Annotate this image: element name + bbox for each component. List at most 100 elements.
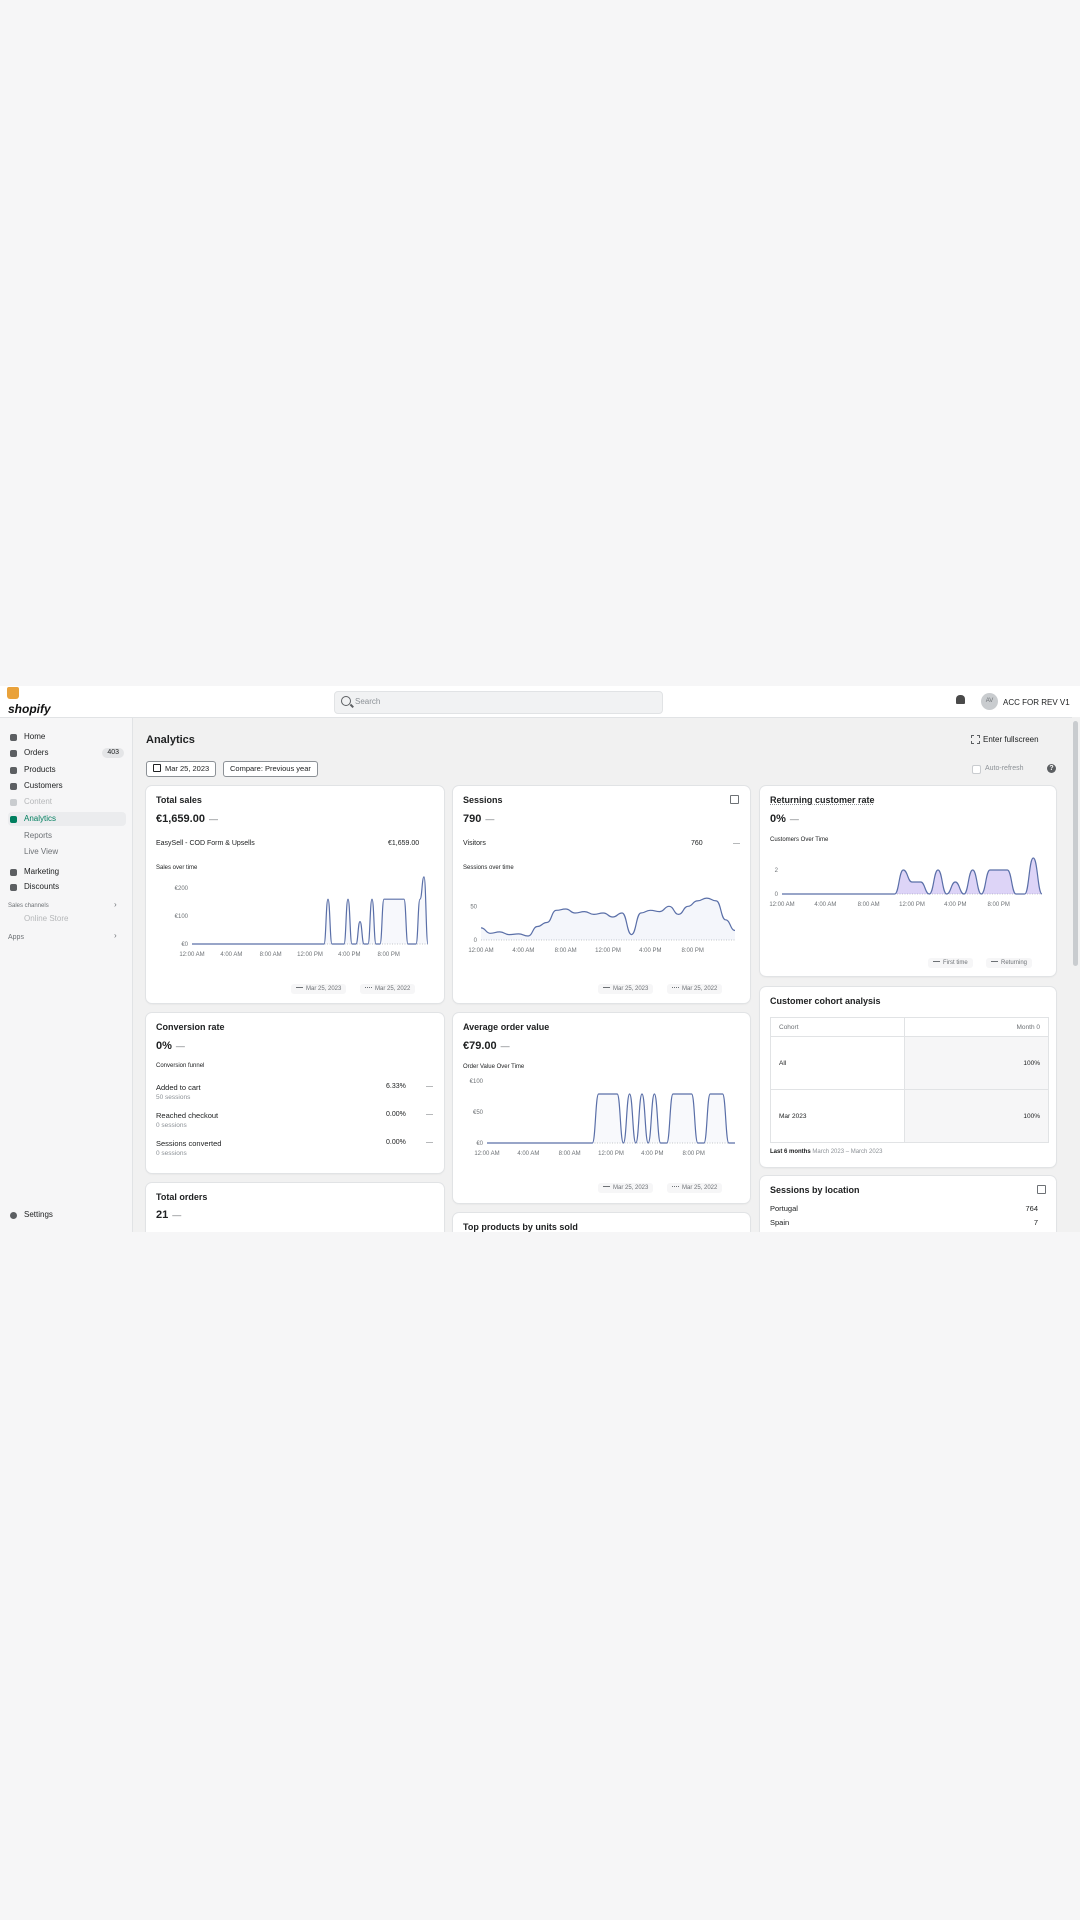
sidebar-item-discounts[interactable]: Discounts — [8, 880, 126, 894]
x-tick-label: 12:00 AM — [179, 952, 204, 958]
table-header-row: Cohort Month 0 — [770, 1017, 1050, 1037]
customers-chart: 2 0 12:00 AM 4:00 AM 8:00 AM 12:00 PM 4:00 PM 8… — [769, 857, 1043, 908]
legend-label: Mar 25, 2022 — [682, 1185, 718, 1191]
x-tick-label: 12:00 PM — [899, 902, 925, 908]
auto-refresh-checkbox[interactable] — [972, 765, 981, 774]
top-bar: shopify Search AV ACC FOR REV V1 — [0, 686, 1080, 718]
store-name[interactable]: ACC FOR REV V1 — [1003, 698, 1070, 707]
scrollbar-thumb[interactable] — [1073, 721, 1078, 966]
location-name: Portugal — [770, 1204, 798, 1213]
cohort-footer-period: Last 6 months — [770, 1149, 811, 1155]
enter-fullscreen-button[interactable]: Enter fullscreen — [971, 735, 1039, 744]
avatar[interactable]: AV — [981, 693, 998, 710]
report-icon[interactable] — [730, 795, 739, 804]
sidebar-item-content[interactable]: Content — [8, 795, 126, 809]
returning-rate-value: 0% — [770, 813, 786, 825]
sidebar-item-analytics[interactable]: Analytics — [8, 812, 126, 826]
x-tick-label: 4:00 PM — [944, 902, 966, 908]
date-range-button[interactable]: Mar 25, 2023 — [146, 761, 217, 777]
legend-previous[interactable]: Mar 25, 2022 — [667, 984, 723, 994]
shopify-bag-icon[interactable] — [7, 687, 19, 699]
legend-dotted-icon — [672, 1186, 679, 1187]
sidebar-item-settings[interactable]: Settings — [8, 1208, 126, 1222]
chart-title: Customers Over Time — [770, 837, 829, 843]
x-tick-label: 4:00 AM — [517, 1151, 539, 1157]
top-products-card: Top products by units sold — [453, 1213, 750, 1232]
list-item: Portugal 764 — [770, 1204, 1038, 1213]
card-title[interactable]: Returning customer rate — [770, 795, 875, 805]
sidebar-item-customers[interactable]: Customers — [8, 779, 126, 793]
fullscreen-label: Enter fullscreen — [983, 735, 1039, 744]
y-tick-label: 0 — [474, 938, 478, 944]
sidebar-item-home[interactable]: Home — [8, 730, 126, 744]
card-title[interactable]: Top products by units sold — [463, 1222, 578, 1232]
scrollbar[interactable] — [1072, 717, 1080, 1232]
chevron-right-icon[interactable]: › — [114, 900, 117, 909]
y-tick-label: 0 — [775, 892, 779, 898]
chevron-right-icon[interactable]: › — [114, 931, 117, 940]
legend-current[interactable]: Mar 25, 2023 — [291, 984, 347, 994]
legend-returning[interactable]: Returning — [986, 958, 1033, 968]
report-icon[interactable] — [1037, 1185, 1046, 1194]
legend-previous[interactable]: Mar 25, 2022 — [360, 984, 416, 994]
y-tick-label: 2 — [775, 868, 779, 874]
search-input[interactable]: Search — [334, 691, 663, 714]
legend-current[interactable]: Mar 25, 2023 — [598, 984, 654, 994]
x-tick-label: 12:00 PM — [595, 948, 621, 954]
legend-label: Mar 25, 2023 — [306, 986, 342, 992]
legend-previous[interactable]: Mar 25, 2022 — [667, 1183, 723, 1193]
card-title[interactable]: Conversion rate — [156, 1022, 225, 1032]
change-indicator: — — [175, 1041, 185, 1051]
total-sales-value: €1,659.00 — [156, 813, 205, 825]
card-title[interactable]: Sessions by location — [770, 1185, 860, 1195]
legend-current[interactable]: Mar 25, 2023 — [598, 1183, 654, 1193]
x-tick-label: 12:00 AM — [474, 1151, 499, 1157]
legend-line-icon — [296, 986, 303, 988]
card-title[interactable]: Sessions — [463, 795, 503, 805]
card-title[interactable]: Total sales — [156, 795, 202, 805]
total-orders-card: Total orders 21— — [146, 1183, 444, 1232]
chart-title: Sales over time — [156, 865, 198, 871]
change-indicator: — — [485, 814, 495, 824]
legend-first-time[interactable]: First time — [928, 958, 973, 968]
date-range-label: Mar 25, 2023 — [165, 764, 210, 773]
cohort-card: Customer cohort analysis Cohort Month 0 … — [760, 987, 1056, 1167]
legend-dotted-icon — [365, 987, 372, 988]
sidebar-item-products[interactable]: Products — [8, 763, 126, 777]
card-title[interactable]: Total orders — [156, 1192, 207, 1202]
card-title[interactable]: Average order value — [463, 1022, 549, 1032]
sessions-chart: 50 0 12:00 AM 4:00 AM 8:00 AM 12:00 PM 4:00 PM… — [468, 897, 736, 954]
sidebar-item-label: Products — [24, 765, 56, 774]
y-tick-label: 50 — [470, 904, 477, 910]
sidebar-item-marketing[interactable]: Marketing — [8, 865, 126, 879]
sidebar-item-label: Analytics — [24, 814, 57, 823]
change-indicator: — — [208, 814, 218, 824]
change-indicator: — — [426, 1111, 433, 1118]
help-icon[interactable]: ? — [1047, 764, 1056, 773]
fullscreen-icon — [971, 735, 980, 744]
cohort-value: 100% — [903, 1036, 1050, 1090]
change-indicator: — — [789, 814, 799, 824]
sidebar-sub-live-view[interactable]: Live View — [24, 847, 58, 856]
sales-source-label[interactable]: EasySell - COD Form & Upsells — [156, 840, 255, 847]
apps-label[interactable]: Apps — [8, 934, 24, 941]
compare-button[interactable]: Compare: Previous year — [223, 761, 318, 777]
sidebar-item-label: Home — [24, 732, 46, 741]
metric-value: 0% — — [156, 1040, 185, 1052]
x-tick-label: 8:00 AM — [559, 1151, 581, 1157]
total-orders-value: 21 — [156, 1209, 169, 1221]
sidebar-sub-reports[interactable]: Reports — [24, 831, 52, 840]
calendar-icon — [153, 764, 161, 772]
sidebar-item-orders[interactable]: Orders 403 — [8, 746, 126, 760]
shopify-logo[interactable]: shopify — [8, 702, 51, 716]
legend-label: Mar 25, 2023 — [613, 986, 649, 992]
legend-label: Mar 25, 2023 — [613, 1185, 649, 1191]
auto-refresh-toggle[interactable]: Auto-refresh — [972, 765, 1024, 774]
sales-channels-label: Sales channels — [8, 903, 49, 909]
bell-icon[interactable] — [956, 695, 965, 704]
sidebar-item-online-store[interactable]: Online Store — [24, 914, 68, 923]
auto-refresh-label: Auto-refresh — [985, 765, 1024, 772]
funnel-step-percent: 0.00% — [386, 1111, 406, 1118]
card-title[interactable]: Customer cohort analysis — [770, 996, 881, 1006]
sessions-by-location-card: Sessions by location Portugal 764 Spain 7 — [760, 1176, 1056, 1232]
